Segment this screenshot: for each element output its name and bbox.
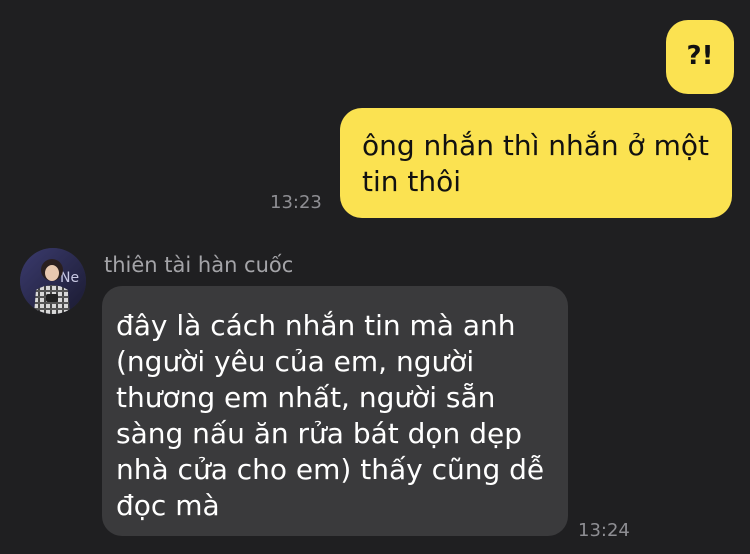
message-timestamp: 13:24 xyxy=(578,520,630,541)
avatar[interactable]: Ne xyxy=(20,248,86,314)
outgoing-message-bubble[interactable]: ông nhắn thì nhắn ở một tin thôi xyxy=(340,108,732,218)
outgoing-message-bubble[interactable]: ?! xyxy=(666,20,734,94)
message-timestamp: 13:23 xyxy=(270,192,322,213)
message-text: ?! xyxy=(686,41,714,71)
incoming-message-bubble[interactable]: đây là cách nhắn tin mà anh (người yêu c… xyxy=(102,286,568,536)
message-line: tin thôi xyxy=(362,165,462,198)
message-line: đọc mà xyxy=(116,489,220,522)
message-line: nhà cửa cho em) thấy cũng dễ xyxy=(116,453,545,486)
avatar-image: Ne xyxy=(20,248,86,314)
message-line: thương em nhất, người sẵn xyxy=(116,381,496,414)
message-line: đây là cách nhắn tin mà anh xyxy=(116,309,516,342)
svg-text:Ne: Ne xyxy=(60,270,79,286)
message-line: sàng nấu ăn rửa bát dọn dẹp xyxy=(116,417,522,450)
sender-name[interactable]: thiên tài hàn cuốc xyxy=(104,252,293,278)
message-line: ông nhắn thì nhắn ở một xyxy=(362,129,709,162)
message-line: (người yêu của em, người xyxy=(116,345,475,378)
